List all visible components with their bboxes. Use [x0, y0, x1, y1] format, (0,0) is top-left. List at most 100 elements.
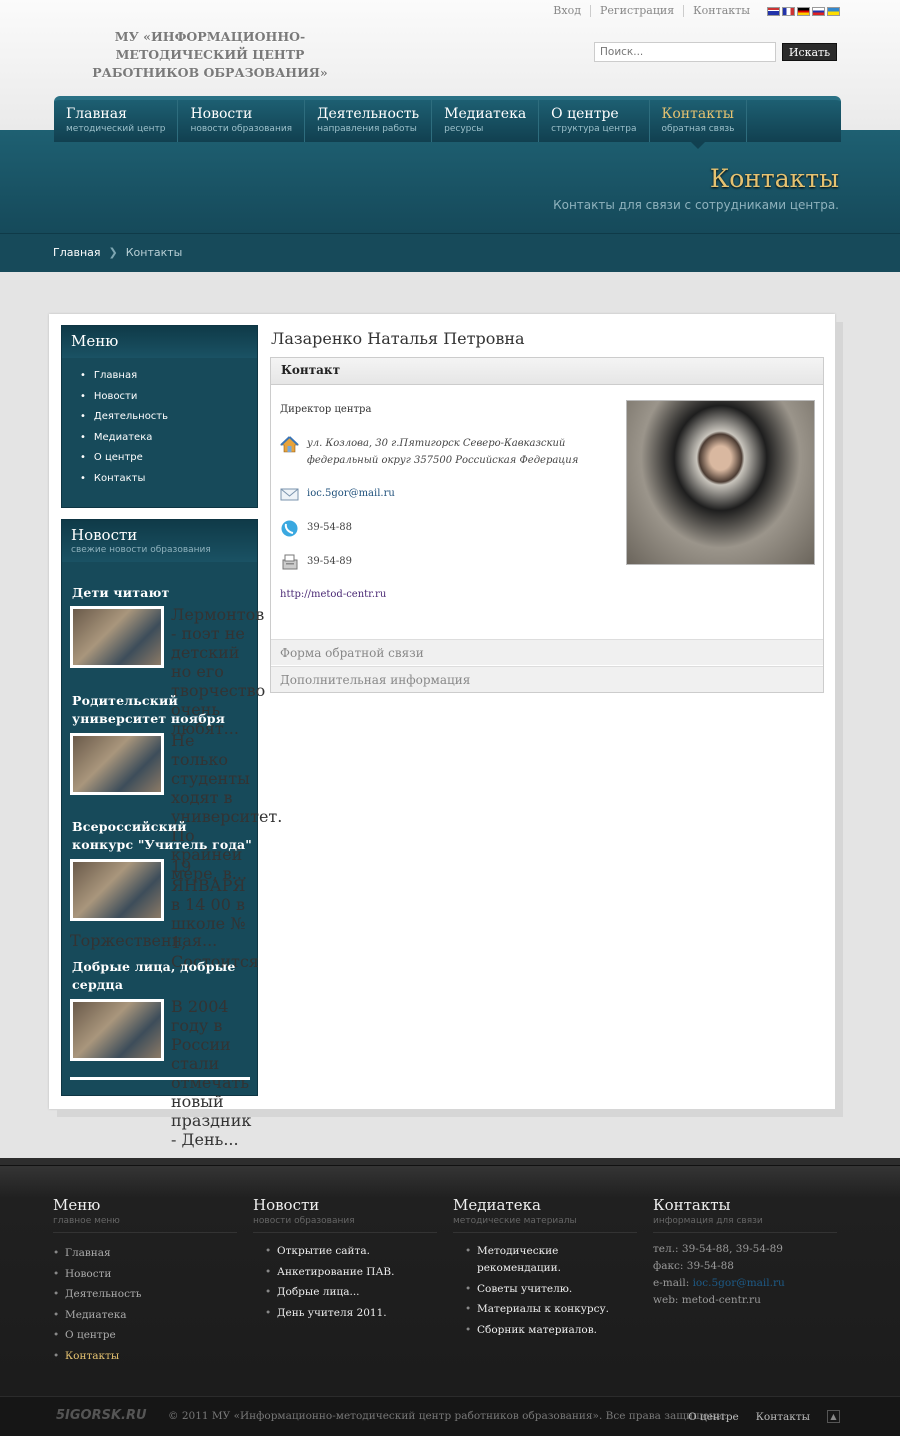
flag-ua-icon[interactable] [827, 6, 840, 16]
footer-menu-column: Меню главное меню Главная Новости Деятел… [53, 1196, 237, 1366]
footer-news-item[interactable]: Анкетирование ПАВ. [253, 1264, 437, 1281]
news-item: Добрые лица, добрые сердца [72, 958, 252, 994]
nav-about[interactable]: О центре структура центра [539, 100, 650, 142]
footer-news-item[interactable]: День учителя 2011. [253, 1305, 437, 1322]
footer-link-news[interactable]: Новости [53, 1264, 237, 1285]
footer-web: web: metod-centr.ru [653, 1294, 761, 1306]
sidebar-item-about[interactable]: О центре [80, 448, 257, 469]
main-nav: Главная методический центр Новости новости… [54, 96, 841, 149]
news-divider [70, 1077, 250, 1080]
breadcrumb: Главная ❯ Контакты [53, 246, 182, 259]
contact-position: Директор центра [280, 404, 372, 415]
nav-activity[interactable]: Деятельность направления работы [305, 100, 433, 142]
footer-email-label: e-mail: [653, 1277, 690, 1289]
nav-contacts[interactable]: Контакты обратная связь [650, 100, 748, 149]
logo-line1: МУ «ИНФОРМАЦИОННО-МЕТОДИЧЕСКИЙ ЦЕНТР [114, 29, 306, 62]
news-title[interactable]: Родительский университет ноября [72, 692, 252, 728]
phone-icon [281, 520, 298, 537]
news-title[interactable]: Добрые лица, добрые сердца [72, 958, 252, 994]
footer-tel: тел.: 39-54-88, 39-54-89 [653, 1243, 783, 1255]
footer-news-item[interactable]: Открытие сайта. [253, 1243, 437, 1260]
copyright: © 2011 МУ «Информационно-методический це… [168, 1410, 728, 1422]
footer-menu-subtitle: главное меню [53, 1216, 237, 1233]
footer-contacts-subtitle: информация для связи [653, 1216, 837, 1233]
contact-fax: 39-54-89 [307, 556, 352, 567]
news-thumbnail[interactable] [70, 859, 164, 921]
sidebar-news-title: Новости [71, 526, 138, 544]
sidebar-item-contacts[interactable]: Контакты [80, 469, 257, 490]
nav-sub: структура центра [551, 124, 637, 134]
bottom-link-about[interactable]: О центре [688, 1411, 739, 1423]
language-flags [767, 6, 840, 16]
nav-title: Медиатека [444, 106, 527, 122]
sidebar-menu: Меню Главная Новости Деятельность Медиат… [61, 325, 258, 508]
contact-phone: 39-54-88 [307, 522, 352, 533]
footer-link-contacts[interactable]: Контакты [53, 1346, 237, 1367]
footer-contacts-column: Контакты информация для связи тел.: 39-5… [653, 1196, 837, 1309]
sidebar-news-subtitle: свежие новости образования [71, 545, 211, 555]
footer-news-column: Новости новости образования Открытие сай… [253, 1196, 437, 1325]
flag-de-icon[interactable] [797, 6, 810, 16]
contacts-link[interactable]: Контакты [684, 5, 759, 17]
footer-media-item[interactable]: Сборник материалов. [453, 1322, 637, 1339]
contact-email[interactable]: ioc.5gor@mail.ru [307, 485, 395, 502]
contact-photo [626, 400, 815, 565]
footer-link-media[interactable]: Медиатека [53, 1305, 237, 1326]
nav-sub: обратная связь [661, 124, 735, 134]
footer-news-item[interactable]: Добрые лица... [253, 1284, 437, 1301]
contact-card: Контакт Директор центра ул. Козлова, 30 … [270, 357, 824, 693]
sidebar-item-home[interactable]: Главная [80, 366, 257, 387]
chevron-right-icon: ❯ [108, 246, 118, 259]
news-item: Всероссийский конкурс "Учитель года" [72, 818, 252, 854]
nav-title: Главная [66, 106, 127, 122]
sidebar-item-news[interactable]: Новости [80, 387, 257, 408]
nav-news[interactable]: Новости новости образования [178, 100, 306, 142]
search-input[interactable] [594, 42, 776, 62]
footer-email[interactable]: ioc.5gor@mail.ru [693, 1277, 785, 1289]
bottom-logo: 5IGORSK.RU [56, 1408, 147, 1423]
scroll-top-icon[interactable]: ▲ [827, 1410, 840, 1423]
news-title[interactable]: Всероссийский конкурс "Учитель года" [72, 818, 252, 854]
login-link[interactable]: Вход [544, 5, 591, 17]
nav-home[interactable]: Главная методический центр [54, 100, 179, 142]
footer-media-item[interactable]: Материалы к конкурсу. [453, 1301, 637, 1318]
footer-link-activity[interactable]: Деятельность [53, 1284, 237, 1305]
search-button[interactable]: Искать [782, 43, 837, 61]
top-links: Вход Регистрация Контакты [544, 5, 840, 17]
nav-media[interactable]: Медиатека ресурсы [432, 100, 540, 142]
register-link[interactable]: Регистрация [591, 5, 685, 17]
sidebar-item-media[interactable]: Медиатека [80, 428, 257, 449]
footer-media-item[interactable]: Советы учителю. [453, 1281, 637, 1298]
footer-menu-title: Меню [53, 1196, 101, 1214]
footer-media-item[interactable]: Методические рекомендации. [453, 1243, 637, 1277]
mail-icon [280, 488, 299, 501]
footer-link-home[interactable]: Главная [53, 1243, 237, 1264]
breadcrumb-home[interactable]: Главная [53, 246, 101, 259]
logo-line2: РАБОТНИКОВ ОБРАЗОВАНИЯ» [92, 65, 328, 80]
extra-info-toggle[interactable]: Дополнительная информация [271, 666, 823, 692]
news-thumbnail[interactable] [70, 733, 164, 795]
flag-en-icon[interactable] [767, 6, 780, 16]
sidebar-item-activity[interactable]: Деятельность [80, 407, 257, 428]
footer-news-subtitle: новости образования [253, 1216, 437, 1233]
footer-email-row: e-mail: ioc.5gor@mail.ru [653, 1275, 837, 1292]
site-logo[interactable]: МУ «ИНФОРМАЦИОННО-МЕТОДИЧЕСКИЙ ЦЕНТР РАБ… [55, 28, 365, 82]
contact-section-header[interactable]: Контакт [271, 358, 823, 385]
contact-website[interactable]: http://metod-centr.ru [280, 589, 386, 600]
footer-media-subtitle: методические материалы [453, 1216, 637, 1233]
feedback-form-toggle[interactable]: Форма обратной связи [271, 639, 823, 665]
news-thumbnail[interactable] [70, 606, 164, 668]
nav-title: Новости [190, 106, 253, 122]
flag-fr-icon[interactable] [782, 6, 795, 16]
footer-link-about[interactable]: О центре [53, 1325, 237, 1346]
flag-ru-icon[interactable] [812, 6, 825, 16]
page-title: Контакты [709, 164, 839, 193]
contact-address: ул. Козлова, 30 г.Пятигорск Северо-Кавка… [307, 438, 579, 466]
footer-media-column: Медиатека методические материалы Методич… [453, 1196, 637, 1342]
bottom-link-contacts[interactable]: Контакты [756, 1411, 810, 1423]
sidebar-menu-title: Меню [62, 326, 257, 358]
fax-icon [282, 554, 298, 570]
news-text: 19 ЯНВАРЯ в 14 00 в школе № 1, Состоится [171, 857, 259, 971]
news-thumbnail[interactable] [70, 999, 164, 1061]
footer-news-title: Новости [253, 1196, 320, 1214]
